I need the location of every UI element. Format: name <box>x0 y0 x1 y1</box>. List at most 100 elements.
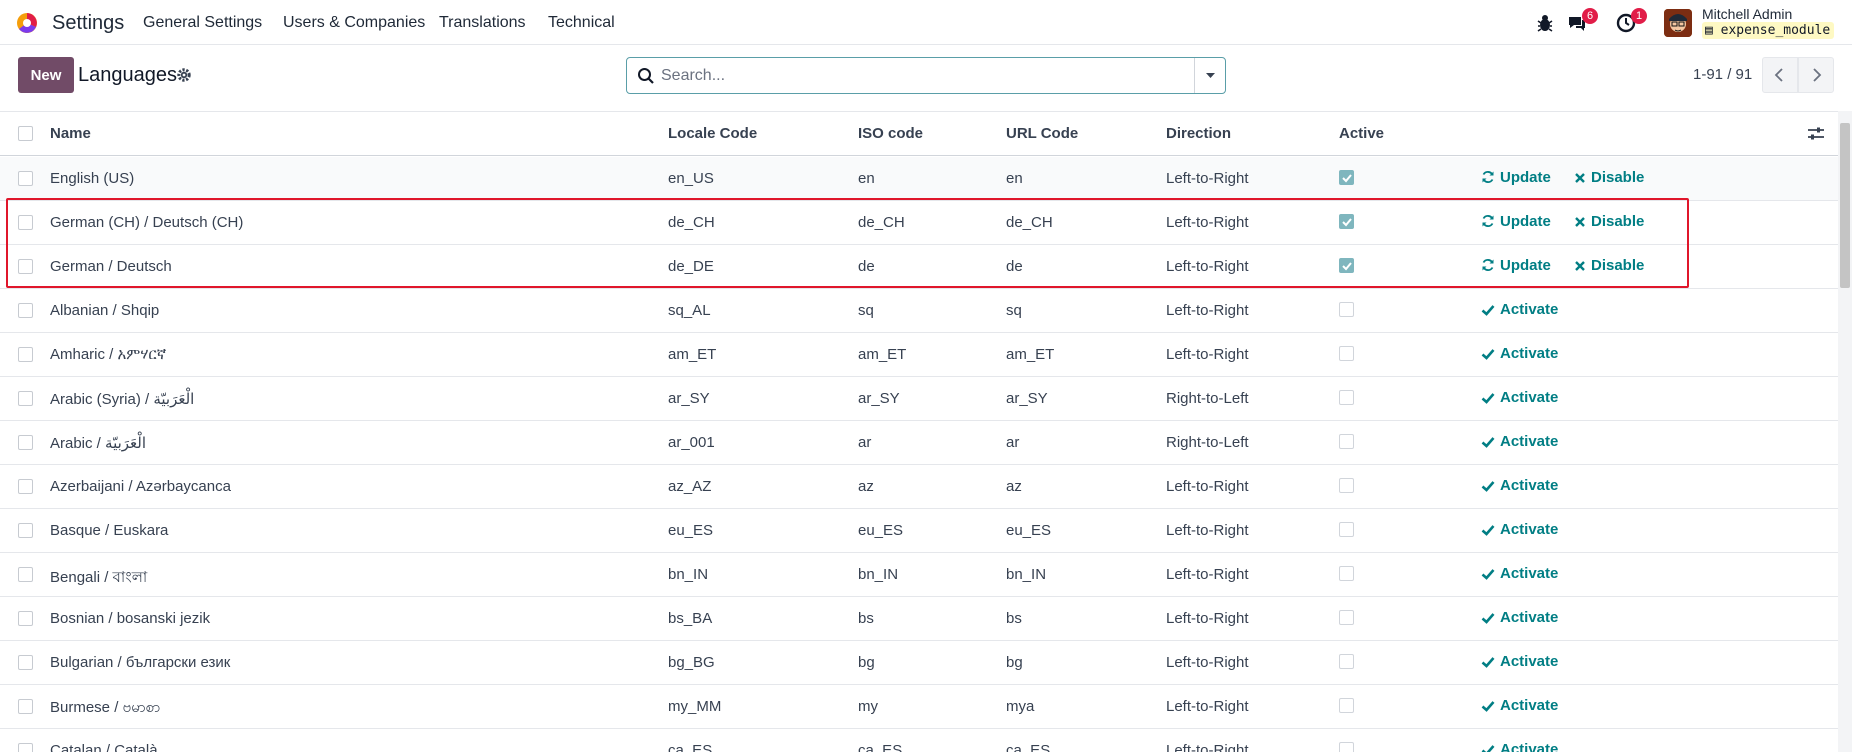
gear-icon[interactable] <box>176 67 192 83</box>
row-select-checkbox[interactable] <box>18 347 33 362</box>
row-select-checkbox[interactable] <box>18 567 33 582</box>
pager-previous-button[interactable] <box>1762 57 1798 93</box>
table-row[interactable]: Azerbaijani / Azərbaycanca az_AZ az az Left-… <box>0 465 1838 509</box>
menu-users-companies[interactable]: Users & Companies <box>283 14 425 32</box>
row-select-checkbox[interactable] <box>18 303 33 318</box>
column-name[interactable]: Name <box>50 125 91 142</box>
disable-button[interactable]: Disable <box>1574 213 1644 230</box>
cell-iso-code: ar_SY <box>858 390 900 407</box>
table-row[interactable]: Albanian / Shqip sq_AL sq sq Left-to-Right Ac… <box>0 289 1838 333</box>
row-select-checkbox[interactable] <box>18 655 33 670</box>
activate-button[interactable]: Activate <box>1481 609 1558 626</box>
table-row[interactable]: German (CH) / Deutsch (CH) de_CH de_CH de_C… <box>0 201 1838 245</box>
row-select-checkbox[interactable] <box>18 743 33 752</box>
row-select-checkbox[interactable] <box>18 611 33 626</box>
pager-value[interactable]: 1-91 / 91 <box>1693 66 1752 83</box>
check-icon <box>1481 569 1495 580</box>
debug-bug-icon[interactable] <box>1534 12 1556 34</box>
activate-button[interactable]: Activate <box>1481 345 1558 362</box>
active-checkbox <box>1339 698 1354 713</box>
top-navbar: Settings General Settings Users & Compan… <box>0 0 1852 45</box>
table-row[interactable]: Catalan / Català ca_ES ca_ES ca_ES Left-to-R… <box>0 729 1838 752</box>
activate-label: Activate <box>1500 741 1559 752</box>
cell-direction: Left-to-Right <box>1166 610 1249 627</box>
app-name[interactable]: Settings <box>52 12 124 35</box>
activate-button[interactable]: Activate <box>1481 521 1558 538</box>
odoo-logo-icon[interactable] <box>15 11 39 35</box>
row-select-checkbox[interactable] <box>18 479 33 494</box>
menu-technical[interactable]: Technical <box>548 14 615 32</box>
pager-next-button[interactable] <box>1798 57 1834 93</box>
column-url-code[interactable]: URL Code <box>1006 125 1078 142</box>
column-direction[interactable]: Direction <box>1166 125 1231 142</box>
activate-button[interactable]: Activate <box>1481 433 1558 450</box>
active-checkbox <box>1339 258 1354 273</box>
search-input[interactable] <box>661 64 1181 88</box>
cell-locale-code: am_ET <box>668 346 717 363</box>
table-row[interactable]: Basque / Euskara eu_ES eu_ES eu_ES Left-to-R… <box>0 509 1838 553</box>
update-button[interactable]: Update <box>1481 257 1551 274</box>
activate-button[interactable]: Activate <box>1481 301 1558 318</box>
row-select-checkbox[interactable] <box>18 171 33 186</box>
activate-button[interactable]: Activate <box>1481 697 1558 714</box>
activate-button[interactable]: Activate <box>1481 653 1558 670</box>
row-select-checkbox[interactable] <box>18 523 33 538</box>
menu-translations[interactable]: Translations <box>439 14 526 32</box>
activate-button[interactable]: Activate <box>1481 565 1558 582</box>
search-box <box>626 57 1226 94</box>
cell-url-code: de <box>1006 258 1023 275</box>
active-checkbox <box>1339 610 1354 625</box>
table-row[interactable]: English (US) en_US en en Left-to-Right Update… <box>0 157 1838 201</box>
vertical-scrollbar[interactable] <box>1838 111 1852 752</box>
row-select-checkbox[interactable] <box>18 699 33 714</box>
cell-name: English (US) <box>50 170 135 187</box>
table-row[interactable]: Arabic (Syria) / الْعَرَبيّة ar_SY ar_SY ar… <box>0 377 1838 421</box>
table-row[interactable]: Amharic / አምሃርኛ am_ET am_ET am_ET Left-to-Ri… <box>0 333 1838 377</box>
user-name[interactable]: Mitchell Admin <box>1702 6 1792 22</box>
cell-iso-code: am_ET <box>858 346 907 363</box>
activate-button[interactable]: Activate <box>1481 477 1558 494</box>
row-select-checkbox[interactable] <box>18 391 33 406</box>
disable-button[interactable]: Disable <box>1574 169 1644 186</box>
table-row[interactable]: Bulgarian / български език bg_BG bg bg Left-… <box>0 641 1838 685</box>
activate-label: Activate <box>1500 653 1559 670</box>
cell-url-code: de_CH <box>1006 214 1053 231</box>
user-avatar[interactable] <box>1664 9 1692 37</box>
cell-locale-code: bg_BG <box>668 654 715 671</box>
select-all-checkbox[interactable] <box>18 126 33 141</box>
table-row[interactable]: German / Deutsch de_DE de de Left-to-Right Up… <box>0 245 1838 289</box>
update-button[interactable]: Update <box>1481 213 1551 230</box>
new-button[interactable]: New <box>18 57 74 93</box>
column-locale-code[interactable]: Locale Code <box>668 125 757 142</box>
activate-button[interactable]: Activate <box>1481 389 1558 406</box>
cell-url-code: ar_SY <box>1006 390 1048 407</box>
check-icon <box>1481 745 1495 752</box>
table-row[interactable]: Bengali / বাংলা bn_IN bn_IN bn_IN Left-to-Ri… <box>0 553 1838 597</box>
column-active[interactable]: Active <box>1339 125 1384 142</box>
update-button[interactable]: Update <box>1481 169 1551 186</box>
menu-general-settings[interactable]: General Settings <box>143 14 262 32</box>
disable-button[interactable]: Disable <box>1574 257 1644 274</box>
column-iso-code[interactable]: ISO code <box>858 125 923 142</box>
scrollbar-thumb[interactable] <box>1840 123 1850 288</box>
cell-name: Bulgarian / български език <box>50 654 231 671</box>
active-checkbox <box>1339 214 1354 229</box>
row-select-checkbox[interactable] <box>18 435 33 450</box>
row-select-checkbox[interactable] <box>18 215 33 230</box>
cell-url-code: mya <box>1006 698 1035 715</box>
cell-locale-code: ar_SY <box>668 390 710 407</box>
cell-direction: Left-to-Right <box>1166 214 1249 231</box>
cell-direction: Left-to-Right <box>1166 654 1249 671</box>
search-options-toggle[interactable] <box>1194 58 1225 93</box>
column-settings-icon[interactable] <box>1807 126 1825 142</box>
table-row[interactable]: Burmese / ဗမာစာ my_MM my mya Left-to-Right Ac… <box>0 685 1838 729</box>
cell-locale-code: de_DE <box>668 258 714 275</box>
active-checkbox <box>1339 434 1354 449</box>
cell-name: Basque / Euskara <box>50 522 169 539</box>
refresh-icon <box>1482 215 1494 227</box>
row-select-checkbox[interactable] <box>18 259 33 274</box>
activate-button[interactable]: Activate <box>1481 741 1558 752</box>
table-row[interactable]: Bosnian / bosanski jezik bs_BA bs bs Left-to… <box>0 597 1838 641</box>
database-label: expense_module <box>1720 23 1831 38</box>
table-row[interactable]: Arabic / الْعَرَبيّة ar_001 ar ar Right-to-L… <box>0 421 1838 465</box>
